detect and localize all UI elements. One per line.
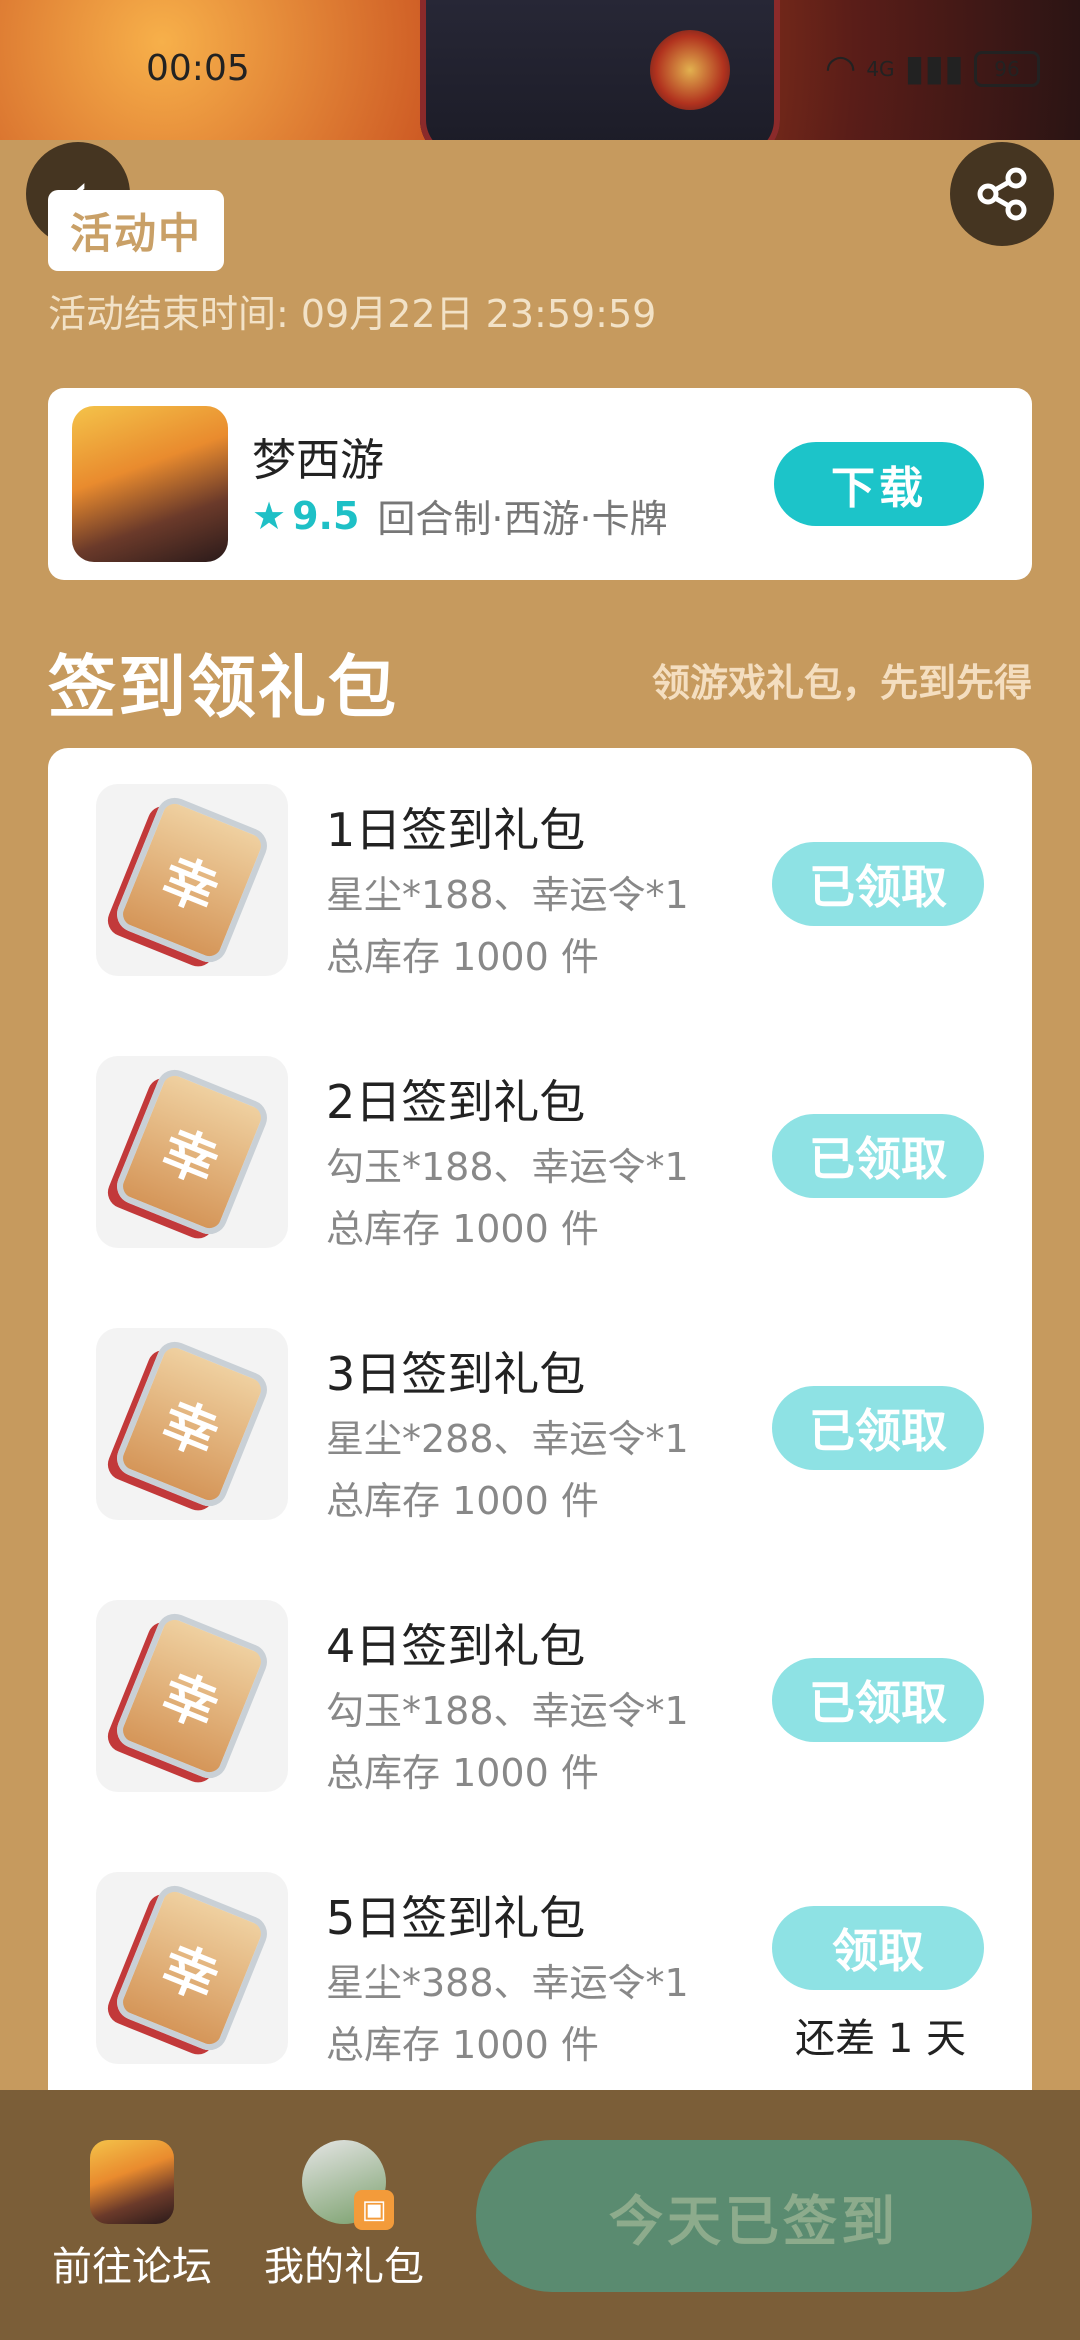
lucky-token-icon: 幸 — [111, 1608, 273, 1784]
avatar: ▣ — [302, 2140, 394, 2230]
gift-list: 幸 1日签到礼包 星尘*188、幸运令*1 总库存 1000 件 已领取 幸 2… — [48, 748, 1032, 2148]
section-hint: 领游戏礼包，先到先得 — [651, 661, 1032, 705]
gift-name: 5日签到礼包 — [326, 1891, 586, 1945]
battery-icon: 96 — [974, 50, 1040, 87]
status-icons: ◠ 4G ▮▮▮ 96 — [825, 48, 1040, 89]
forum-label: 前往论坛 — [52, 2244, 212, 2290]
my-gifts-nav[interactable]: ▣ 我的礼包 — [254, 2140, 434, 2292]
gift-stock: 总库存 1000 件 — [326, 1207, 599, 1251]
status-time: 00:05 — [146, 48, 250, 89]
lucky-token-icon: 幸 — [111, 792, 273, 968]
wifi-icon: ◠ — [824, 48, 857, 89]
game-rating: ★ 9.5 — [252, 494, 359, 538]
gift-thumbnail: 幸 — [96, 784, 288, 976]
gift-name: 2日签到礼包 — [326, 1075, 586, 1129]
gift-thumbnail: 幸 — [96, 1056, 288, 1248]
claimed-button[interactable]: 已领取 — [772, 1386, 984, 1470]
rating-value: 9.5 — [292, 493, 360, 538]
gift-description: 星尘*288、幸运令*1 — [326, 1417, 689, 1461]
gift-stock: 总库存 1000 件 — [326, 1479, 599, 1523]
claimed-button[interactable]: 已领取 — [772, 1114, 984, 1198]
gift-name: 1日签到礼包 — [326, 803, 586, 857]
gift-name: 4日签到礼包 — [326, 1619, 586, 1673]
game-name: 梦西游 — [252, 435, 384, 486]
gift-description: 星尘*388、幸运令*1 — [326, 1961, 689, 2005]
gift-thumbnail: 幸 — [96, 1872, 288, 2064]
lucky-token-icon: 幸 — [111, 1336, 273, 1512]
gift-box-icon: ▣ — [354, 2190, 394, 2230]
network-label: 4G — [866, 56, 895, 81]
section-title: 签到领礼包 — [48, 649, 399, 728]
gift-stock: 总库存 1000 件 — [326, 935, 599, 979]
gift-description: 勾玉*188、幸运令*1 — [326, 1689, 689, 1733]
gift-stock: 总库存 1000 件 — [326, 1751, 599, 1795]
lucky-token-icon: 幸 — [111, 1064, 273, 1240]
gift-item: 幸 2日签到礼包 勾玉*188、幸运令*1 总库存 1000 件 已领取 — [48, 1020, 1032, 1251]
gift-description: 星尘*188、幸运令*1 — [326, 873, 689, 917]
gift-thumbnail: 幸 — [96, 1328, 288, 1520]
activity-end-time: 活动结束时间: 09月22日 23:59:59 — [48, 292, 657, 336]
gift-name: 3日签到礼包 — [326, 1347, 586, 1401]
share-icon — [977, 167, 1027, 221]
gift-item: 幸 5日签到礼包 星尘*388、幸运令*1 总库存 1000 件 领取 还差 1… — [48, 1836, 1032, 2067]
game-icon — [72, 406, 228, 562]
checkin-button[interactable]: 今天已签到 — [476, 2140, 1032, 2292]
gift-stock: 总库存 1000 件 — [326, 2023, 599, 2067]
gift-item: 幸 3日签到礼包 星尘*288、幸运令*1 总库存 1000 件 已领取 — [48, 1292, 1032, 1523]
claimed-button[interactable]: 已领取 — [772, 1658, 984, 1742]
game-card[interactable]: 梦西游 ★ 9.5 回合制·西游·卡牌 下载 — [48, 388, 1032, 580]
gift-item: 幸 4日签到礼包 勾玉*188、幸运令*1 总库存 1000 件 已领取 — [48, 1564, 1032, 1795]
gift-item: 幸 1日签到礼包 星尘*188、幸运令*1 总库存 1000 件 已领取 — [48, 748, 1032, 979]
gift-thumbnail: 幸 — [96, 1600, 288, 1792]
share-button[interactable] — [950, 142, 1054, 246]
claim-button[interactable]: 领取 — [772, 1906, 984, 1990]
claimed-button[interactable]: 已领取 — [772, 842, 984, 926]
game-meta: ★ 9.5 回合制·西游·卡牌 — [252, 488, 668, 543]
download-button[interactable]: 下载 — [774, 442, 984, 526]
status-badge: 活动中 — [48, 190, 225, 271]
gift-description: 勾玉*188、幸运令*1 — [326, 1145, 689, 1189]
lucky-token-icon: 幸 — [111, 1880, 273, 2056]
signal-icon: ▮▮▮ — [904, 48, 964, 89]
game-tags: 回合制·西游·卡牌 — [377, 497, 668, 541]
my-gifts-label: 我的礼包 — [264, 2244, 424, 2290]
forum-icon — [90, 2140, 174, 2224]
star-icon: ★ — [252, 493, 287, 538]
forum-nav[interactable]: 前往论坛 — [42, 2140, 222, 2292]
status-bar: 00:05 ◠ 4G ▮▮▮ 96 — [0, 0, 1080, 130]
days-remaining-note: 还差 1 天 — [795, 2016, 966, 2062]
